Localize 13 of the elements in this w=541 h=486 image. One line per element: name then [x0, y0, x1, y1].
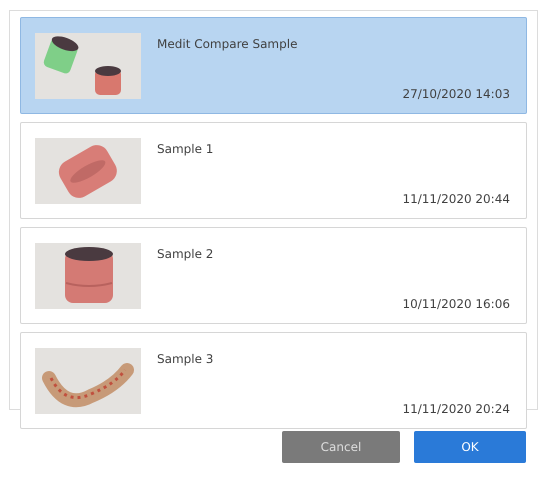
- sample-list-item[interactable]: Sample 1 11/11/2020 20:44: [20, 122, 527, 219]
- sample-date: 27/10/2020 14:03: [402, 87, 510, 101]
- sample-list-item[interactable]: Sample 3 11/11/2020 20:24: [20, 332, 527, 429]
- sample-title: Sample 1: [157, 142, 214, 156]
- sample-date: 11/11/2020 20:44: [402, 192, 510, 206]
- sample-list-item[interactable]: Sample 2 10/11/2020 16:06: [20, 227, 527, 324]
- sample-title: Sample 3: [157, 352, 214, 366]
- sample-list-item[interactable]: Medit Compare Sample 27/10/2020 14:03: [20, 17, 527, 114]
- sample-date: 11/11/2020 20:24: [402, 402, 510, 416]
- sample-title: Sample 2: [157, 247, 214, 261]
- sample-date: 10/11/2020 16:06: [402, 297, 510, 311]
- sample-title: Medit Compare Sample: [157, 37, 298, 51]
- ok-button[interactable]: OK: [414, 431, 526, 463]
